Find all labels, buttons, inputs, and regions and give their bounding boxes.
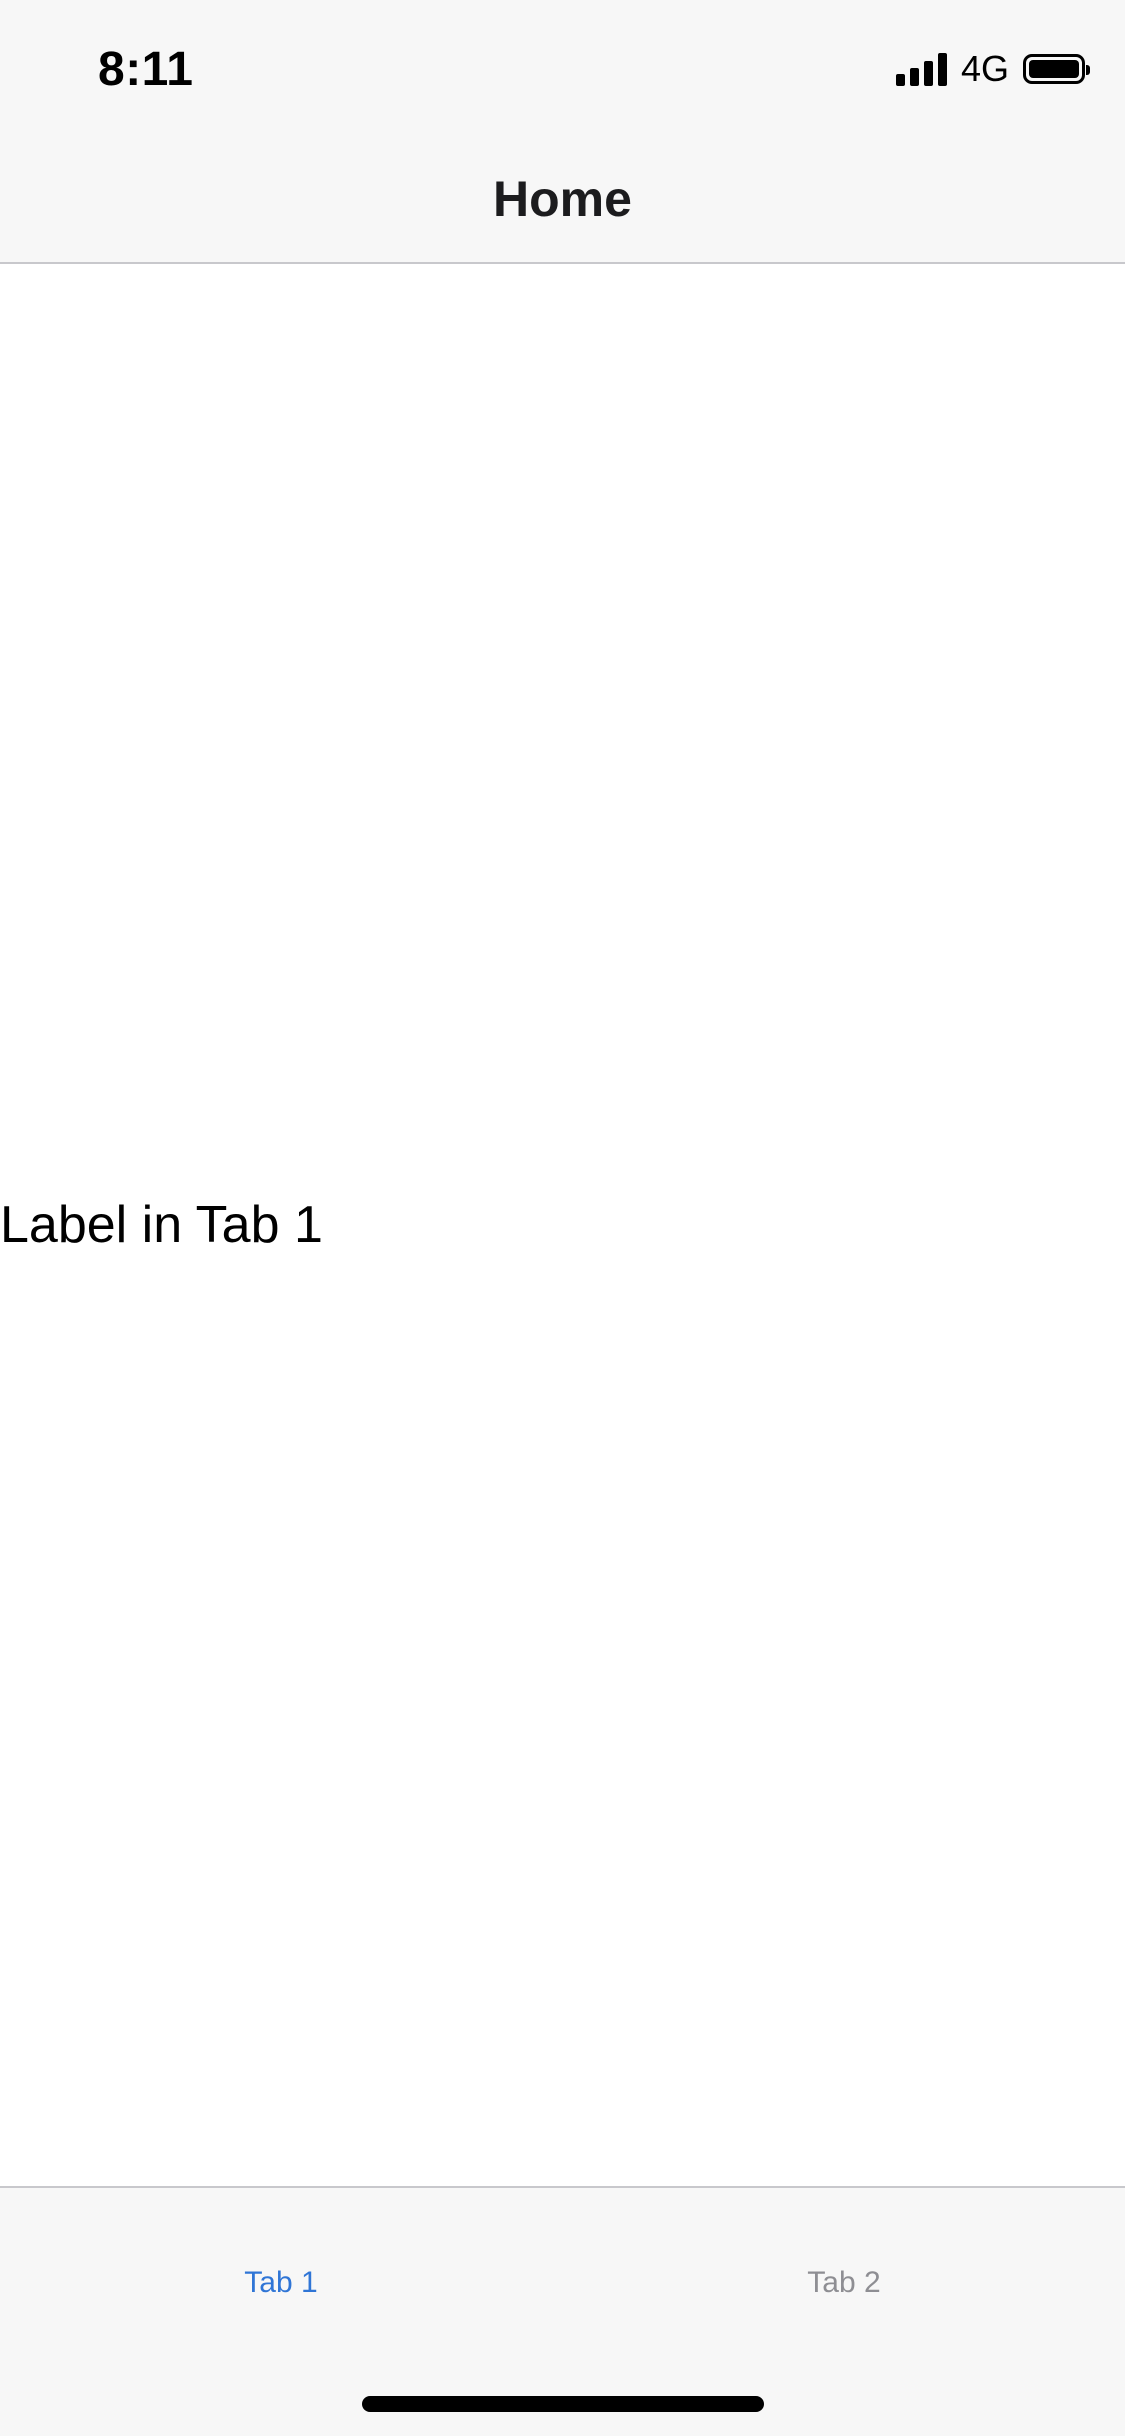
battery-fill — [1029, 60, 1079, 78]
tab-2-label: Tab 2 — [807, 2266, 881, 2299]
status-time: 8:11 — [98, 43, 194, 96]
content-area: Label in Tab 1 — [0, 264, 1125, 2186]
network-label: 4G — [960, 48, 1009, 89]
status-indicators: 4G — [895, 48, 1090, 90]
page-title: Home — [493, 171, 632, 227]
signal-icon — [895, 52, 947, 86]
content-label: Label in Tab 1 — [0, 1196, 323, 1254]
tab-1[interactable]: Tab 1 — [0, 2188, 562, 2318]
tab-1-label: Tab 1 — [244, 2266, 318, 2299]
home-indicator — [362, 2396, 764, 2412]
top-bar: 8:11 4G Home — [0, 0, 1125, 264]
battery-cap — [1086, 65, 1090, 75]
tab-2[interactable]: Tab 2 — [563, 2188, 1125, 2318]
battery-icon — [1023, 54, 1090, 84]
status-bar: 8:11 4G — [0, 0, 1125, 132]
